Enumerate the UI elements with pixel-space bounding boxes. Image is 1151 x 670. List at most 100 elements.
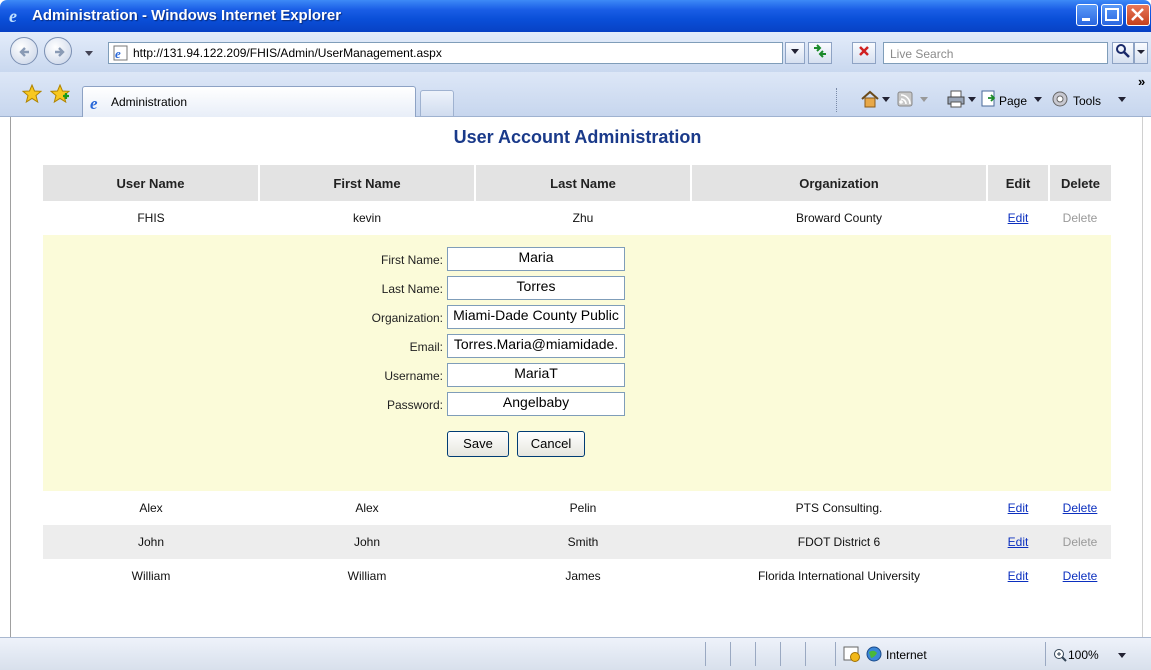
status-bar: Internet 100% (0, 637, 1151, 670)
table-header-row: User Name First Name Last Name Organizat… (43, 165, 1111, 201)
back-button[interactable] (10, 37, 38, 65)
email-row: Email: Torres.Maria@miamidade. (333, 334, 663, 363)
refresh-button[interactable] (808, 42, 832, 64)
edit-link[interactable]: Edit (1008, 569, 1029, 583)
tools-gear-icon[interactable] (1050, 89, 1070, 109)
email-input[interactable]: Torres.Maria@miamidade. (447, 334, 625, 358)
feeds-icon[interactable] (896, 89, 916, 109)
last-name-input[interactable]: Torres (447, 276, 625, 300)
svg-text:e: e (115, 46, 121, 61)
last-name-label: Last Name: (381, 282, 443, 296)
status-separator (835, 642, 836, 666)
maximize-icon (1105, 8, 1119, 21)
page-title: User Account Administration (453, 127, 702, 147)
cell-username: John (43, 525, 259, 559)
close-icon (1131, 8, 1144, 21)
edit-form-panel: First Name: Maria Last Name: Torres Orga… (43, 235, 1111, 491)
favorites-star-icon[interactable] (22, 84, 42, 104)
toolbar-separator (836, 88, 837, 112)
column-header-edit: Edit (987, 165, 1050, 201)
security-zone-label: Internet (886, 648, 927, 662)
search-placeholder: Live Search (890, 47, 954, 61)
edit-link[interactable]: Edit (1008, 535, 1029, 549)
password-input[interactable]: Angelbaby (447, 392, 625, 416)
edit-link[interactable]: Edit (1008, 211, 1029, 225)
toolbar-overflow-chevron-icon[interactable]: » (1138, 74, 1145, 89)
table-row: Alex Alex Pelin PTS Consulting. Edit Del… (43, 491, 1111, 525)
cell-first-name: William (347, 569, 387, 583)
table-row: John John Smith FDOT District 6 Edit Del… (43, 525, 1111, 559)
cell-last-name: Pelin (569, 501, 597, 515)
minimize-button[interactable] (1076, 4, 1098, 26)
tab-label: Administration (111, 95, 188, 109)
ie-page-icon: e (90, 94, 98, 112)
refresh-icon (814, 44, 826, 58)
internet-globe-icon (866, 646, 882, 662)
cell-username: William (131, 569, 171, 583)
address-dropdown-button[interactable] (785, 42, 805, 64)
organization-label: Organization: (371, 311, 443, 325)
page-icon: e (113, 45, 128, 61)
organization-input[interactable]: Miami-Dade County Public (447, 305, 625, 329)
cancel-button[interactable]: Cancel (517, 431, 585, 457)
chevron-down-icon (1137, 50, 1145, 54)
recent-pages-chevron-icon[interactable] (84, 50, 94, 58)
delete-link[interactable]: Delete (1063, 501, 1098, 515)
status-separator (780, 642, 781, 666)
close-button[interactable] (1126, 4, 1150, 26)
chevron-down-icon[interactable] (1118, 97, 1126, 103)
chevron-down-icon[interactable] (882, 97, 890, 103)
form-buttons-row: Save Cancel (333, 431, 663, 461)
column-header-last-name: Last Name (475, 165, 692, 201)
edit-user-form: First Name: Maria Last Name: Torres Orga… (333, 247, 663, 461)
table-row: FHIS kevin Zhu Broward County Edit Delet… (43, 201, 1111, 235)
tab-administration[interactable]: e Administration (82, 86, 416, 117)
username-row: Username: MariaT (333, 363, 663, 392)
svg-text:e: e (9, 7, 17, 25)
chevron-down-icon[interactable] (1034, 97, 1042, 103)
last-name-row: Last Name: Torres (333, 276, 663, 305)
protected-mode-warning-icon[interactable] (843, 646, 861, 662)
back-arrow-icon (19, 47, 29, 57)
chevron-down-icon[interactable] (920, 97, 928, 103)
username-input[interactable]: MariaT (447, 363, 625, 387)
stop-button[interactable] (852, 42, 876, 64)
maximize-button[interactable] (1101, 4, 1123, 26)
search-options-button[interactable] (1134, 42, 1148, 64)
status-separator (755, 642, 756, 666)
tools-menu-label[interactable]: Tools (1073, 94, 1101, 108)
cell-organization: FDOT District 6 (691, 525, 987, 559)
delete-link-disabled: Delete (1062, 211, 1098, 225)
delete-link[interactable]: Delete (1063, 569, 1098, 583)
save-button[interactable]: Save (447, 431, 509, 457)
status-separator (1045, 642, 1046, 666)
page-menu-label[interactable]: Page (999, 94, 1027, 108)
chevron-down-icon[interactable] (968, 97, 976, 103)
edit-form-row: First Name: Maria Last Name: Torres Orga… (43, 235, 1111, 491)
cell-username: FHIS (137, 211, 165, 225)
page-menu-icon[interactable] (980, 89, 998, 109)
home-icon[interactable] (860, 89, 880, 109)
new-tab-button[interactable] (420, 90, 454, 117)
print-icon[interactable] (946, 89, 966, 109)
edit-link[interactable]: Edit (1008, 501, 1029, 515)
address-bar[interactable]: e http://131.94.122.209/FHIS/Admin/UserM… (108, 42, 783, 64)
zoom-level[interactable]: 100% (1068, 648, 1099, 662)
forward-button[interactable] (44, 37, 72, 65)
chevron-down-icon[interactable] (1118, 653, 1126, 659)
chevron-down-icon (791, 49, 799, 54)
column-header-user-name: User Name (43, 165, 260, 201)
first-name-label: First Name: (380, 253, 443, 267)
column-header-delete: Delete (1049, 165, 1111, 201)
add-favorites-icon[interactable] (50, 84, 70, 104)
search-button[interactable] (1112, 42, 1134, 64)
cell-last-name: Zhu (572, 211, 594, 225)
column-header-organization: Organization (691, 165, 988, 201)
cell-organization: Florida International University (757, 569, 921, 583)
svg-text:e: e (90, 94, 98, 112)
column-header-first-name: First Name (259, 165, 476, 201)
search-input[interactable]: Live Search (883, 42, 1108, 64)
first-name-input[interactable]: Maria (447, 247, 625, 271)
stop-icon (859, 46, 869, 56)
zoom-icon[interactable] (1053, 648, 1067, 662)
